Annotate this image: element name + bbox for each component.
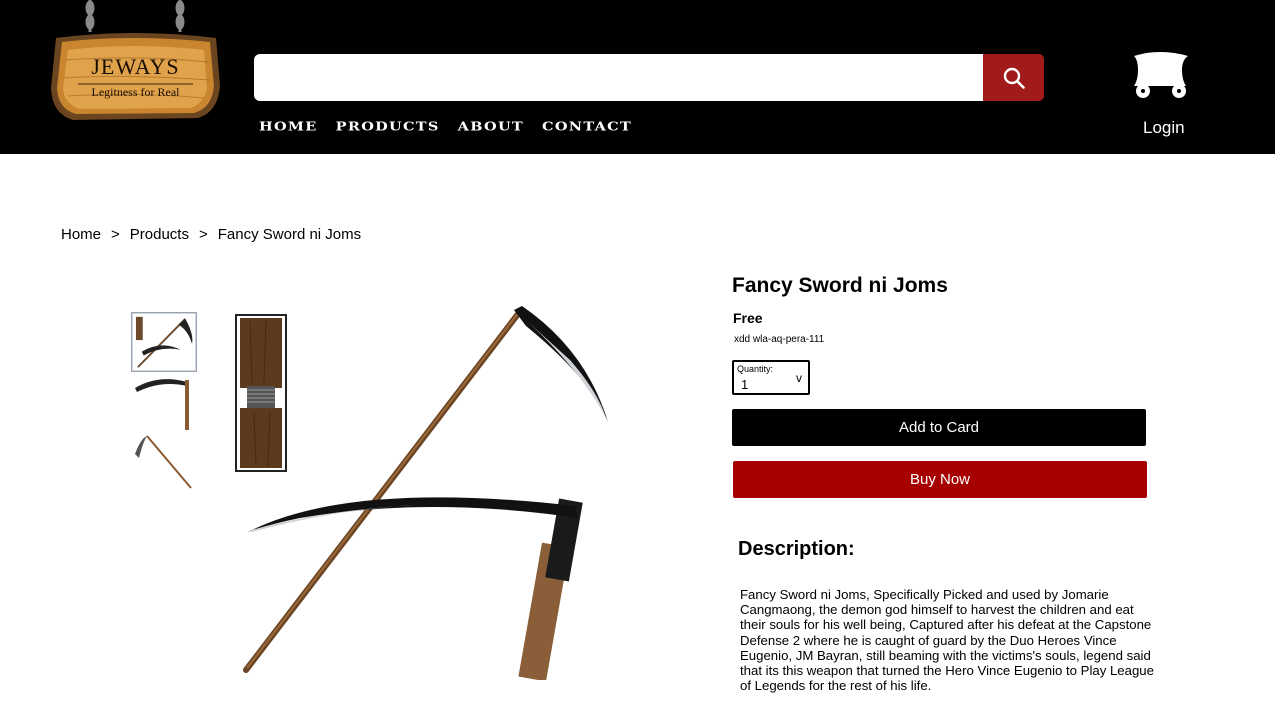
login-link[interactable]: Login <box>1143 118 1185 138</box>
wagon-cart-icon[interactable] <box>1130 50 1192 100</box>
scythe-blade-thumbnail-image <box>135 379 189 430</box>
buy-now-button[interactable]: Buy Now <box>733 461 1147 498</box>
search-icon <box>1003 67 1025 89</box>
add-to-cart-button[interactable]: Add to Card <box>732 409 1146 446</box>
quantity-value: 1 <box>741 377 749 392</box>
product-main-image <box>230 300 620 680</box>
scythe-thumbnail-image <box>135 316 193 368</box>
nav-contact[interactable]: CONTACT <box>542 120 632 136</box>
scythe-side-thumbnail-image <box>135 435 192 489</box>
product-title: Fancy Sword ni Joms <box>732 274 948 297</box>
nav-about[interactable]: ABOUT <box>458 120 524 136</box>
site-header: JEWAYS Legitness for Real HOME PRODUCTS … <box>0 0 1275 154</box>
chevron-down-icon: v <box>796 371 802 385</box>
logo-title: JEWAYS <box>91 54 180 79</box>
scythe-main-image <box>235 306 608 680</box>
description-heading: Description: <box>738 538 855 560</box>
product-sku: xdd wla-aq-pera-111 <box>734 334 825 345</box>
breadcrumb-current[interactable]: Fancy Sword ni Joms <box>218 226 361 243</box>
quantity-select[interactable]: Quantity: 1 v <box>732 360 810 395</box>
search-input[interactable] <box>254 54 986 101</box>
thumbnail-2[interactable] <box>131 374 197 434</box>
breadcrumb-home[interactable]: Home <box>61 226 101 243</box>
nav-home[interactable]: HOME <box>259 120 318 136</box>
product-price: Free <box>733 310 763 326</box>
breadcrumb-products[interactable]: Products <box>130 226 189 243</box>
main-nav: HOME PRODUCTS ABOUT CONTACT <box>259 120 632 140</box>
breadcrumb-separator: > <box>198 226 208 243</box>
thumbnail-1[interactable] <box>131 312 197 372</box>
quantity-label: Quantity: <box>737 364 774 374</box>
thumbnail-3[interactable] <box>131 432 197 492</box>
nav-products[interactable]: PRODUCTS <box>336 120 440 136</box>
logo-tagline: Legitness for Real <box>91 85 180 99</box>
breadcrumb: Home > Products > Fancy Sword ni Joms <box>61 226 361 243</box>
description-text: Fancy Sword ni Joms, Specifically Picked… <box>740 587 1154 694</box>
site-logo[interactable]: JEWAYS Legitness for Real <box>48 0 223 130</box>
search-button[interactable] <box>983 54 1044 101</box>
breadcrumb-separator: > <box>111 226 120 243</box>
